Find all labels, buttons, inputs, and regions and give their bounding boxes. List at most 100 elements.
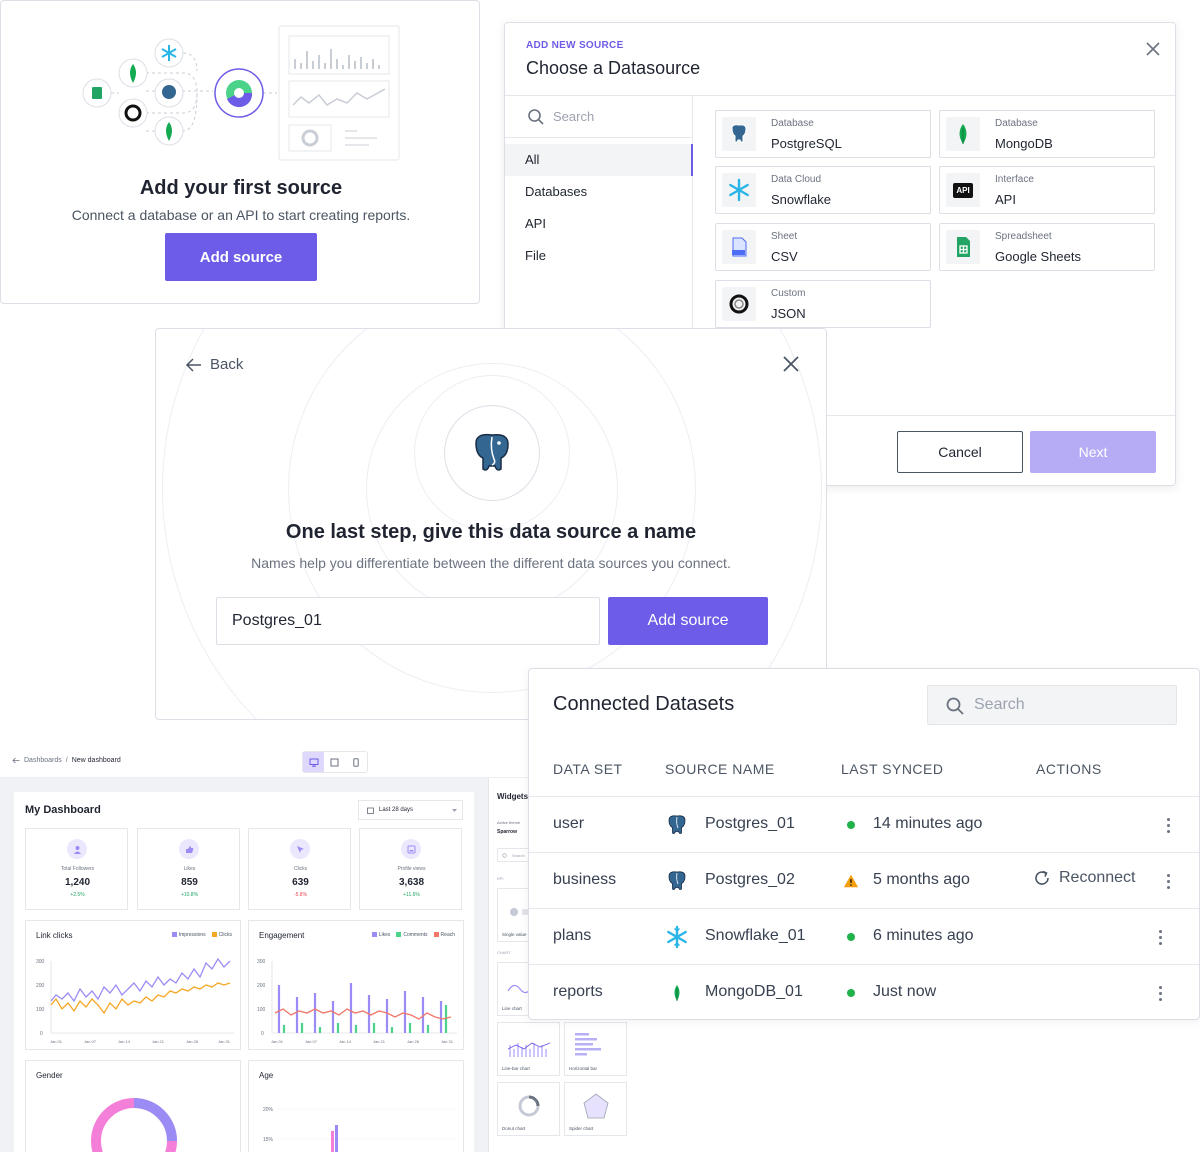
table-row[interactable]: plans Snowflake_01 6 minutes ago [529, 908, 1199, 964]
reconnect-button[interactable]: Reconnect [1033, 869, 1136, 887]
json-node [118, 98, 148, 128]
column-header-dataset[interactable]: DATA SET [553, 761, 623, 777]
kpi-label: Profile views [397, 866, 426, 872]
gender-chart[interactable]: Gender [25, 1060, 241, 1152]
source-name: Postgres_01 [705, 815, 795, 832]
breadcrumb-root[interactable]: Dashboards [24, 757, 62, 764]
arrow-left-icon[interactable] [12, 757, 20, 764]
kpi-card[interactable]: Profile views 3,638 +11.6% [359, 828, 462, 910]
search-icon [527, 108, 545, 126]
more-vertical-icon[interactable] [1154, 983, 1166, 1003]
column-header-last-synced[interactable]: LAST SYNCED [841, 761, 944, 777]
source-tile-api[interactable]: API Interface API [939, 166, 1155, 214]
dataset-name: reports [553, 983, 603, 1000]
legend-label: Reach [440, 932, 455, 938]
x-tick: Jan 31 [218, 1039, 231, 1044]
engagement-plot: 300 200 100 0 Jan 01 Jan 07 Jan 14 Jan 2… [257, 959, 457, 1044]
column-header-source-name[interactable]: SOURCE NAME [665, 761, 775, 777]
category-databases[interactable]: Databases [505, 176, 693, 208]
kpi-delta: +10.8% [180, 892, 199, 898]
cancel-button[interactable]: Cancel [897, 431, 1023, 473]
cursor-icon [290, 839, 310, 859]
mobile-icon[interactable] [346, 752, 367, 772]
category-all[interactable]: All [505, 144, 693, 176]
add-source-button[interactable]: Add source [165, 233, 317, 281]
breadcrumb-separator: / [65, 757, 68, 764]
last-synced: 14 minutes ago [873, 815, 983, 832]
dialog-eyebrow: ADD NEW SOURCE [526, 40, 624, 51]
link-clicks-plot: 300 200 100 0 Jan 01 Jan 07 Jan 14 Jan 2… [36, 957, 234, 1044]
source-kind: Sheet [771, 231, 798, 242]
category-api[interactable]: API [505, 208, 693, 240]
active-theme-label: Active theme [497, 820, 521, 825]
widget-donut-chart[interactable]: Donut chart [497, 1082, 560, 1136]
line-bar-chart-icon [507, 1042, 551, 1057]
chevron-down-icon [452, 808, 457, 812]
widget-spider-chart[interactable]: Spider chart [564, 1082, 627, 1136]
dashboard-canvas: My Dashboard Last 28 days Total Follower… [0, 778, 488, 1152]
column-header-actions: ACTIONS [1036, 761, 1102, 777]
search-icon [502, 853, 508, 859]
engagement-chart[interactable]: Engagement Likes Comments Reach 300 200 … [248, 920, 464, 1050]
kpi-card[interactable]: Likes 859 +10.8% [137, 828, 240, 910]
datasets-search [927, 685, 1177, 725]
tablet-icon[interactable] [324, 752, 345, 772]
close-icon[interactable] [782, 355, 800, 373]
table-row[interactable]: business Postgres_02 5 months ago Reconn… [529, 852, 1199, 908]
donut-chart-icon [518, 1095, 540, 1117]
source-tile-google-sheets[interactable]: Spreadsheet Google Sheets [939, 223, 1155, 271]
desktop-icon[interactable] [303, 752, 325, 772]
more-vertical-icon[interactable] [1162, 871, 1174, 891]
x-tick: Jan 14 [118, 1039, 131, 1044]
kpi-card[interactable]: Total Followers 1,240 +2.5% [25, 828, 128, 910]
age-chart[interactable]: Age 20% 15% [248, 1060, 464, 1152]
widget-horizontal-bar[interactable]: Horizontal bar [564, 1022, 627, 1076]
dashboard-title: My Dashboard [25, 804, 101, 816]
source-tile-mongodb[interactable]: Database MongoDB [939, 110, 1155, 158]
category-file[interactable]: File [505, 240, 693, 272]
table-row[interactable]: user Postgres_01 14 minutes ago [529, 796, 1199, 852]
next-button[interactable]: Next [1030, 431, 1156, 473]
dashboard-sheet: My Dashboard Last 28 days Total Follower… [14, 792, 474, 1152]
back-label: Back [210, 356, 244, 373]
date-range-select[interactable]: Last 28 days [358, 800, 463, 820]
datasource-search[interactable]: Search [505, 96, 693, 138]
source-name: API [995, 192, 1016, 207]
more-vertical-icon[interactable] [1154, 927, 1166, 947]
chart-legend: Impressions Clicks [171, 932, 232, 938]
table-row[interactable]: reports MongoDB_01 Just now [529, 964, 1199, 1020]
name-step-title: One last step, give this data source a n… [285, 521, 697, 543]
report-preview [278, 25, 400, 161]
arrow-left-icon [186, 357, 202, 372]
y-tick: 0 [261, 1031, 264, 1037]
mongodb-icon [946, 117, 980, 151]
add-source-submit-button[interactable]: Add source [608, 597, 768, 645]
profile-view-icon [401, 839, 421, 859]
widget-line-bar-chart[interactable]: Line-bar chart [497, 1022, 560, 1076]
kpi-card[interactable]: Clicks 639 -5.8% [248, 828, 351, 910]
source-name: Postgres_02 [705, 871, 795, 888]
section-label-chart: CHART [497, 950, 511, 955]
source-tile-postgresql[interactable]: Database PostgreSQL [715, 110, 931, 158]
gender-donut [91, 1098, 177, 1152]
last-synced: 5 months ago [873, 871, 970, 888]
y-tick: 0 [40, 1031, 43, 1037]
datasets-search-input[interactable] [974, 692, 1169, 718]
link-clicks-chart[interactable]: Link clicks Impressions Clicks 300 200 1… [25, 920, 241, 1050]
more-vertical-icon[interactable] [1162, 815, 1174, 835]
active-theme-value[interactable]: Sparrow [497, 829, 517, 835]
date-range-label: Last 28 days [379, 807, 414, 813]
datasets-title: Connected Datasets [553, 693, 735, 715]
source-tile-json[interactable]: Custom JSON [715, 280, 931, 328]
breadcrumb: Dashboards / New dashboard [12, 757, 121, 764]
kpi-value: 3,638 [398, 877, 425, 888]
x-tick: Jan 21 [152, 1039, 165, 1044]
add-first-source-card: Add your first source Connect a database… [0, 0, 480, 304]
kpi-label: Total Followers [60, 866, 95, 872]
back-link[interactable]: Back [186, 356, 243, 373]
source-tile-csv[interactable]: Sheet CSV [715, 223, 931, 271]
source-tile-snowflake[interactable]: Data Cloud Snowflake [715, 166, 931, 214]
datasource-name-input[interactable] [216, 597, 600, 645]
first-source-subtitle: Connect a database or an API to start cr… [71, 207, 411, 223]
close-icon[interactable] [1143, 39, 1163, 59]
